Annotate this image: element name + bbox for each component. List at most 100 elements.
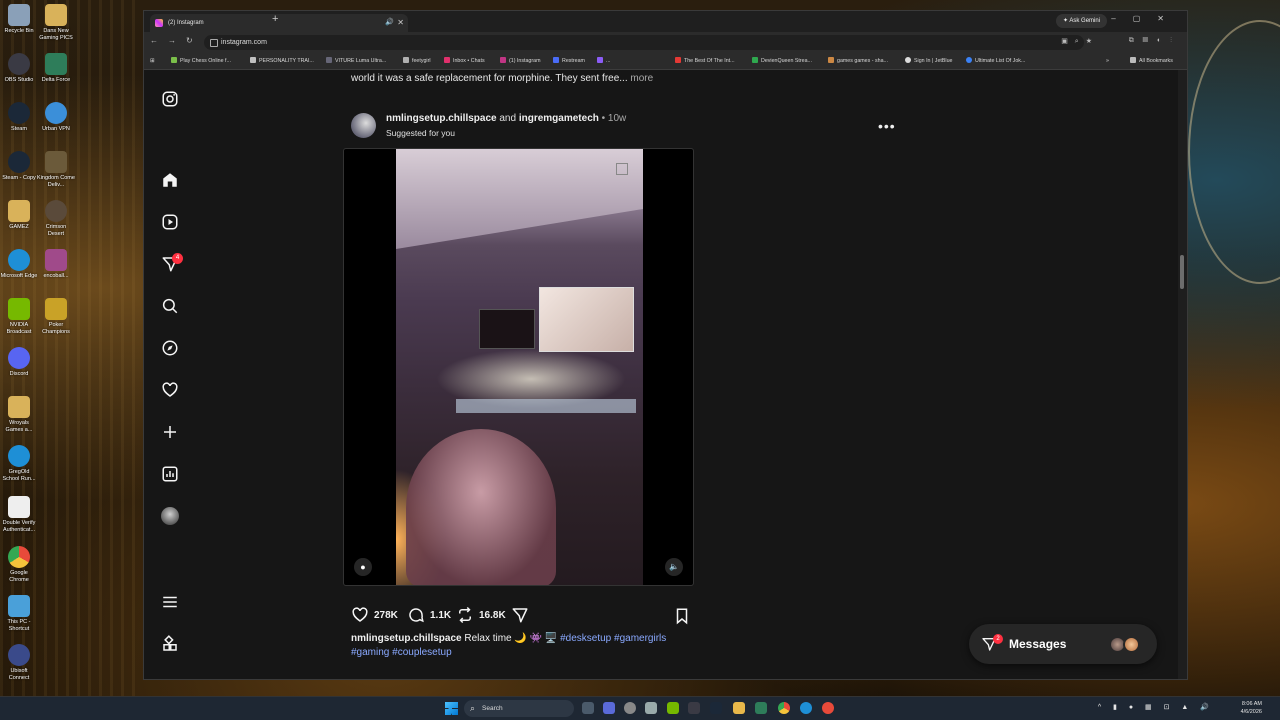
caption-username[interactable]: nmlingsetup.chillspace [351, 633, 462, 644]
desktop-icon-discord[interactable]: Discord [0, 347, 38, 378]
search-icon[interactable] [161, 297, 179, 315]
desktop-icon-ubisoft[interactable]: Ubisoft Connect [0, 644, 38, 682]
desktop-icon-nvidia-broadcast[interactable]: NVIDIA Broadcast [0, 298, 38, 336]
tray-icons[interactable]: ^ ▮ ● ▦ ⊡ ▲ 🔊 [1098, 703, 1214, 711]
heart-notifications-icon[interactable] [161, 381, 179, 399]
taskbar-app-icon[interactable] [624, 702, 636, 714]
address-toolbar: ←→↻ instagram.com ▣⌕★ ⧉▤◐⋮ [144, 32, 1187, 53]
create-plus-icon[interactable] [161, 423, 179, 441]
desktop-icon-double-verify[interactable]: Double Verify Authenticat... [0, 496, 38, 534]
desktop-icon-steam[interactable]: Steam [0, 102, 38, 133]
bookmark-item[interactable]: (1) Instagram [500, 53, 541, 70]
ask-gemini-button[interactable]: ✦ Ask Gemini [1056, 14, 1108, 28]
window-controls[interactable]: –▢✕ [1111, 14, 1181, 23]
taskbar-app-icon[interactable] [755, 702, 767, 714]
post-options-icon[interactable]: ••• [878, 118, 896, 134]
menu-hamburger-icon[interactable] [161, 593, 179, 611]
author-username-2[interactable]: ingremgametech [519, 113, 599, 124]
post-author-avatar[interactable] [351, 113, 376, 138]
desktop-icon-poker-champions[interactable]: Poker Champions [37, 298, 75, 336]
clock[interactable]: 8:06 AM 4/6/2026 [1222, 700, 1262, 716]
reels-icon[interactable] [161, 213, 179, 231]
desktop-icon-recycle-bin[interactable]: Recycle Bin [0, 4, 38, 35]
bookmark-item[interactable]: Restream [553, 53, 585, 70]
explore-icon[interactable] [161, 339, 179, 357]
bookmark-item[interactable]: Play Chess Online f... [171, 53, 231, 70]
browser-toolbar-icons[interactable]: ⧉▤◐⋮ [1129, 37, 1181, 45]
desktop-icon-urban-vpn[interactable]: Urban VPN [37, 102, 75, 133]
tab-instagram[interactable]: (2) Instagram 🔊 ✕ [150, 14, 408, 32]
desktop-icon-wroyals[interactable]: Wroyals Games a... [0, 396, 38, 434]
home-icon[interactable] [161, 171, 179, 189]
bookmark-item[interactable]: The Best Of The Int... [675, 53, 735, 70]
taskbar-search[interactable]: Search [464, 700, 574, 717]
desktop-icon-delta-force[interactable]: Delta Force [37, 53, 75, 84]
comment-button[interactable]: 1.1K [407, 606, 451, 626]
steam-icon[interactable] [710, 702, 722, 714]
hashtags[interactable]: #gaming #couplesetup [351, 647, 452, 658]
nvidia-icon[interactable] [667, 702, 679, 714]
settings-gear-icon[interactable] [645, 702, 657, 714]
tab-audio-icon[interactable]: 🔊 [385, 14, 394, 32]
bookmark-item[interactable]: games games - sha... [828, 53, 888, 70]
author-username-1[interactable]: nmlingsetup.chillspace [386, 113, 497, 124]
task-view-icon[interactable] [582, 702, 594, 714]
chrome-icon[interactable] [778, 702, 790, 714]
desktop-icon-obs[interactable]: OBS Studio [0, 53, 38, 84]
volume-icon[interactable]: 🔈 [665, 558, 683, 576]
scrollbar-thumb[interactable] [1180, 255, 1184, 289]
bookmark-item[interactable]: DevienQueen Strea... [752, 53, 812, 70]
bookmark-item[interactable]: Ultimate List Of Jok... [966, 53, 1025, 70]
desktop-icon-kingdom-come[interactable]: Kingdom Come Deliv... [37, 151, 75, 189]
address-bar-actions[interactable]: ▣⌕★ [1061, 37, 1099, 46]
post-authors: nmlingsetup.chillspace and ingremgametec… [386, 113, 627, 124]
post-video[interactable]: ● 🔈 [343, 148, 694, 586]
hashtags[interactable]: #desksetup #gamergirls [560, 633, 666, 644]
taskbar-app-icon[interactable] [688, 702, 700, 714]
comment-count: 1.1K [430, 610, 452, 621]
repost-button[interactable]: 16.8K [456, 606, 506, 626]
instagram-page: 4 world it was a safe replacement for mo… [144, 70, 1180, 679]
share-button[interactable] [511, 606, 534, 626]
save-button[interactable] [673, 607, 691, 628]
taskbar-app-icon[interactable] [822, 702, 834, 714]
messages-label: Messages [1009, 637, 1067, 651]
bookmark-item[interactable]: Sign In | JetBlue [905, 53, 952, 70]
tagged-people-icon[interactable]: ● [354, 558, 372, 576]
desktop-icon-this-pc[interactable]: This PC - Shortcut [0, 595, 38, 633]
all-bookmarks[interactable]: All Bookmarks [1130, 53, 1173, 70]
taskbar-app-icon[interactable] [603, 702, 615, 714]
desktop-icon-greg-old-school[interactable]: GregOld School Run... [0, 445, 38, 483]
instagram-logo-icon[interactable] [161, 90, 179, 108]
browser-window: (2) Instagram 🔊 ✕ + ✦ Ask Gemini –▢✕ ←→↻… [143, 10, 1188, 680]
desktop-icon-crimson-desert[interactable]: Crimson Desert [37, 200, 75, 238]
profile-avatar[interactable] [161, 507, 179, 525]
bookmark-item[interactable]: feetygirl [403, 53, 431, 70]
desktop-icon-encoball[interactable]: encoball... [37, 249, 75, 280]
bookmark-item[interactable]: PERSONALITY TRAI... [250, 53, 314, 70]
more-apps-icon[interactable] [161, 635, 179, 653]
desktop-icon-edge[interactable]: Microsoft Edge [0, 249, 38, 280]
desktop-icon-chrome[interactable]: Google Chrome [0, 546, 38, 584]
nav-buttons[interactable]: ←→↻ [150, 36, 203, 45]
file-explorer-icon[interactable] [733, 702, 745, 714]
page-scrollbar[interactable] [1178, 70, 1187, 679]
apps-icon[interactable]: ⊞ [150, 53, 154, 70]
desktop-icon-gamez[interactable]: GAMEZ [0, 200, 38, 231]
share-icon [512, 608, 528, 623]
edge-icon[interactable] [800, 702, 812, 714]
start-button-icon[interactable] [445, 702, 458, 715]
bookmark-item[interactable]: Inbox • Chats [444, 53, 485, 70]
bookmark-item[interactable]: VITURE Luma Ultra... [326, 53, 386, 70]
desktop-icon-gaming-pics[interactable]: Dans New Gaming PICS [37, 4, 75, 42]
desktop-icon-steam-copy[interactable]: Steam - Copy [0, 151, 38, 182]
bookmarks-overflow-icon[interactable]: » [1106, 53, 1109, 70]
close-tab-icon[interactable]: ✕ [397, 14, 404, 32]
dashboard-icon[interactable] [161, 465, 179, 483]
messages-button[interactable]: 2 Messages [969, 624, 1157, 664]
address-bar[interactable]: instagram.com [204, 35, 1084, 50]
like-button[interactable]: 278K [351, 606, 398, 626]
more-link[interactable]: more [630, 73, 653, 84]
new-tab-button[interactable]: + [272, 13, 278, 25]
bookmark-item[interactable]: ... [597, 53, 610, 70]
